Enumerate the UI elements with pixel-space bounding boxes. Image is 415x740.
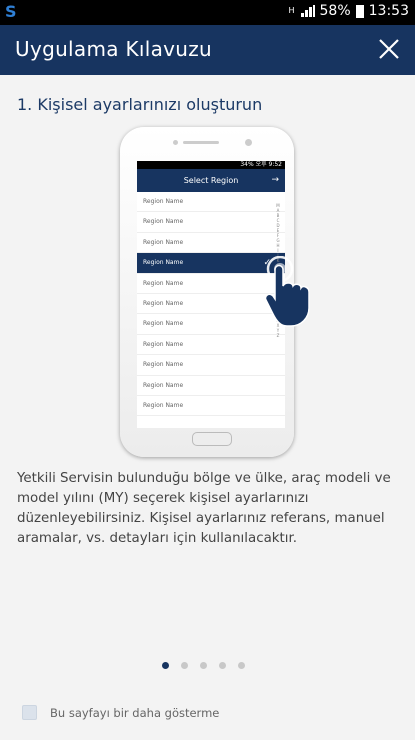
illustration-row: Region Name — [137, 335, 285, 356]
illustration-row-label: Region Name — [143, 401, 184, 409]
clock: 13:53 — [368, 3, 409, 19]
battery-icon — [355, 4, 364, 18]
phone-camera — [245, 139, 252, 146]
illustration-row: Region Name ✓ — [137, 253, 285, 274]
phone-sensor — [173, 140, 178, 145]
alphabet-letter: Z — [276, 333, 280, 338]
illustration-row: Region Name — [137, 274, 285, 294]
page-title: Uygulama Kılavuzu — [15, 37, 213, 61]
illustration-row-label: Region Name — [143, 218, 184, 226]
illustration-row: Region Name — [137, 376, 285, 396]
illustration-row-label: Region Name — [143, 340, 184, 348]
illustration-header: Select Region → — [137, 169, 285, 192]
illustration-row-label: Region Name — [143, 320, 184, 328]
illustration-status-bar: 34% 오후 9:52 — [137, 161, 285, 169]
illustration-row: Region Name — [137, 233, 285, 254]
page-dot[interactable] — [181, 662, 188, 669]
illustration-row: Region Name — [137, 396, 285, 417]
page-dot[interactable] — [238, 662, 245, 669]
app-notification-icon: S — [5, 2, 17, 21]
app-bar: Uygulama Kılavuzu — [0, 25, 415, 75]
network-type-indicator: H — [288, 6, 295, 15]
illustration-row: Region Name — [137, 212, 285, 233]
dont-show-again-option[interactable]: Bu sayfayı bir daha gösterme — [22, 705, 219, 720]
close-icon[interactable] — [375, 35, 403, 63]
step-title: 1. Kişisel ayarlarınızı oluşturun — [17, 95, 263, 114]
illustration-row-label: Region Name — [143, 381, 184, 389]
page-indicator — [162, 662, 245, 669]
signal-icon — [300, 5, 315, 17]
illustration-row: Region Name — [137, 192, 285, 213]
illustration-row-label: Region Name — [143, 279, 184, 287]
description-text: Yetkili Servisin bulunduğu bölge ve ülke… — [17, 471, 391, 546]
illustration-row-label: Region Name — [143, 299, 184, 307]
status-bar: S H 58% 13:53 — [0, 0, 415, 25]
illustration-region-list: Region Name Region Name Region Name Region … — [137, 192, 285, 417]
illustration-row-label: Region Name — [143, 198, 184, 205]
illustration-row: Region Name — [137, 355, 285, 376]
dont-show-label: Bu sayfayı bir daha gösterme — [50, 705, 220, 720]
dont-show-checkbox[interactable] — [22, 705, 37, 720]
phone-home-button — [192, 432, 232, 446]
status-indicators: H 58% 13:53 — [288, 3, 410, 19]
phone-speaker — [183, 141, 219, 144]
page-dot[interactable] — [219, 662, 226, 669]
illustration-row-label: Region Name — [143, 238, 184, 246]
phone-screen: 34% 오후 9:52 Select Region → Region Name R… — [137, 161, 285, 428]
arrow-right-icon: → — [271, 175, 279, 185]
illustration-row: Region Name — [137, 294, 285, 315]
illustration-row-label: Region Name — [143, 361, 184, 369]
battery-percent: 58% — [319, 3, 351, 19]
illustration-header-title: Select Region — [183, 176, 239, 185]
illustration-row-label: Region Name — [143, 259, 184, 267]
page-dot[interactable] — [200, 662, 207, 669]
page-dot[interactable] — [162, 662, 169, 669]
tap-hand-icon — [265, 256, 310, 327]
illustration-row: Region Name — [137, 314, 285, 335]
